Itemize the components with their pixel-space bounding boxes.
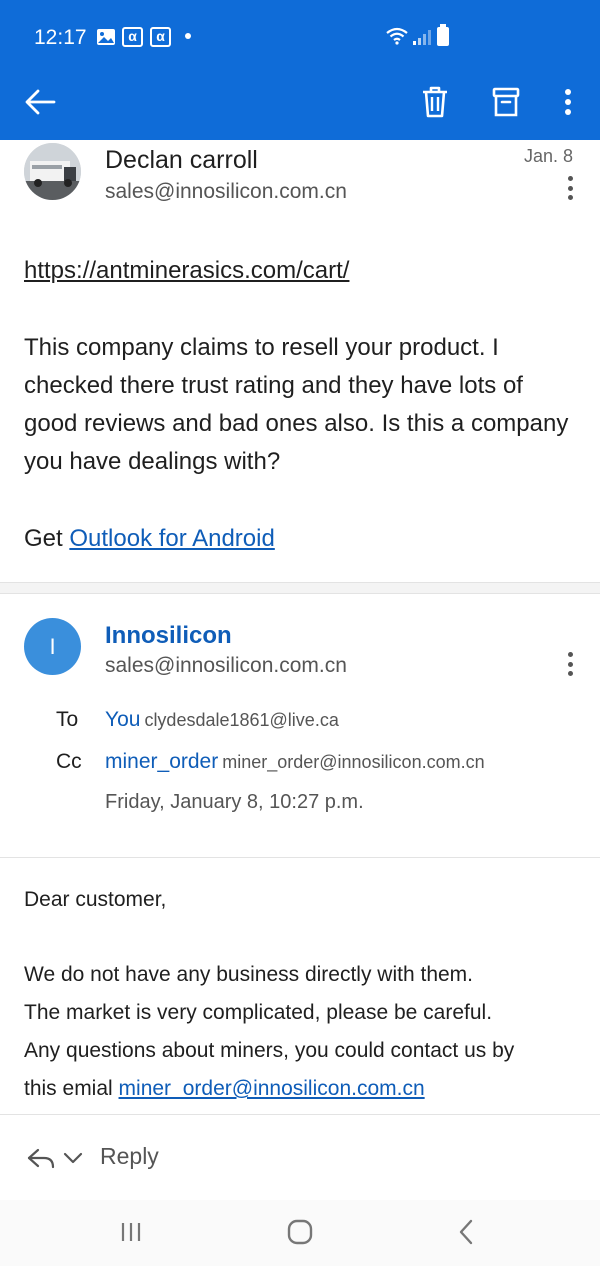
sender-email: sales@innosilicon.com.cn — [105, 654, 347, 677]
sender-name[interactable]: Innosilicon — [105, 622, 232, 650]
outlook-link[interactable]: Outlook for Android — [69, 525, 274, 552]
message-body: This company claims to resell your produ… — [24, 334, 569, 475]
body-line: We do not have any business directly wit… — [24, 963, 474, 986]
status-time: 12:17 — [34, 26, 87, 49]
body-line: Any questions about miners, you could co… — [24, 1039, 515, 1062]
to-label: To — [56, 708, 79, 731]
body-line: The market is very complicated, please b… — [24, 1001, 493, 1024]
recents-icon[interactable] — [119, 1220, 143, 1249]
back-icon[interactable] — [457, 1219, 475, 1250]
cc-recipient[interactable]: miner_order miner_order@innosilicon.com.c… — [105, 750, 485, 774]
body-line-prefix: this emial — [24, 1077, 119, 1100]
recipient-address: clydesdale1861@live.ca — [144, 710, 339, 730]
greeting: Dear customer, — [24, 888, 167, 911]
more-options-button[interactable] — [546, 80, 590, 124]
reply-arrow-icon[interactable] — [26, 1147, 56, 1174]
message-separator — [0, 582, 600, 594]
image-icon — [96, 28, 116, 51]
recipient-name: miner_order — [105, 750, 219, 773]
status-bar: 12:17 α α — [0, 0, 600, 72]
message-more-button[interactable] — [558, 649, 582, 679]
chevron-down-icon[interactable] — [63, 1151, 83, 1169]
signature: Get Outlook for Android — [24, 520, 574, 558]
back-button[interactable] — [18, 80, 62, 124]
sender-email: sales@innosilicon.com.cn — [105, 180, 347, 203]
more-vertical-icon — [567, 176, 573, 181]
system-nav-bar — [0, 1200, 600, 1266]
reply-button[interactable]: Reply — [100, 1143, 159, 1170]
signal-icon — [412, 28, 432, 51]
message-link[interactable]: https://antminerasics.com/cart/ — [24, 252, 574, 290]
divider — [0, 857, 600, 858]
back-arrow-icon — [25, 89, 56, 115]
reply-bar: Reply — [0, 1114, 600, 1200]
more-vertical-icon — [565, 89, 571, 115]
avatar[interactable]: I — [24, 618, 81, 675]
sender-name: Declan carroll — [105, 146, 258, 174]
alpha-icon: α — [122, 27, 143, 47]
trash-icon — [423, 86, 447, 118]
message-more-button[interactable] — [558, 173, 582, 203]
home-icon[interactable] — [287, 1219, 313, 1250]
dot-icon — [185, 33, 191, 39]
email-link[interactable]: miner_order@innosilicon.com.cn — [119, 1077, 425, 1100]
archive-button[interactable] — [484, 80, 528, 124]
alpha-icon: α — [150, 27, 171, 47]
battery-icon — [437, 24, 449, 46]
signature-prefix: Get — [24, 525, 70, 552]
to-recipient[interactable]: You clydesdale1861@live.ca — [105, 708, 339, 732]
more-vertical-icon — [567, 652, 573, 657]
delete-button[interactable] — [413, 80, 457, 124]
recipient-address: miner_order@innosilicon.com.cn — [222, 752, 485, 772]
message-date: Jan. 8 — [524, 146, 574, 166]
body-line: this emial miner_order@innosilicon.com.c… — [24, 1070, 584, 1108]
top-bar: 12:17 α α — [0, 0, 600, 140]
recipient-name: You — [105, 708, 141, 731]
archive-icon — [492, 87, 520, 117]
cc-label: Cc — [56, 750, 82, 773]
sent-date: Friday, January 8, 10:27 p.m. — [105, 791, 364, 813]
avatar[interactable] — [24, 143, 81, 200]
wifi-icon — [385, 26, 409, 51]
